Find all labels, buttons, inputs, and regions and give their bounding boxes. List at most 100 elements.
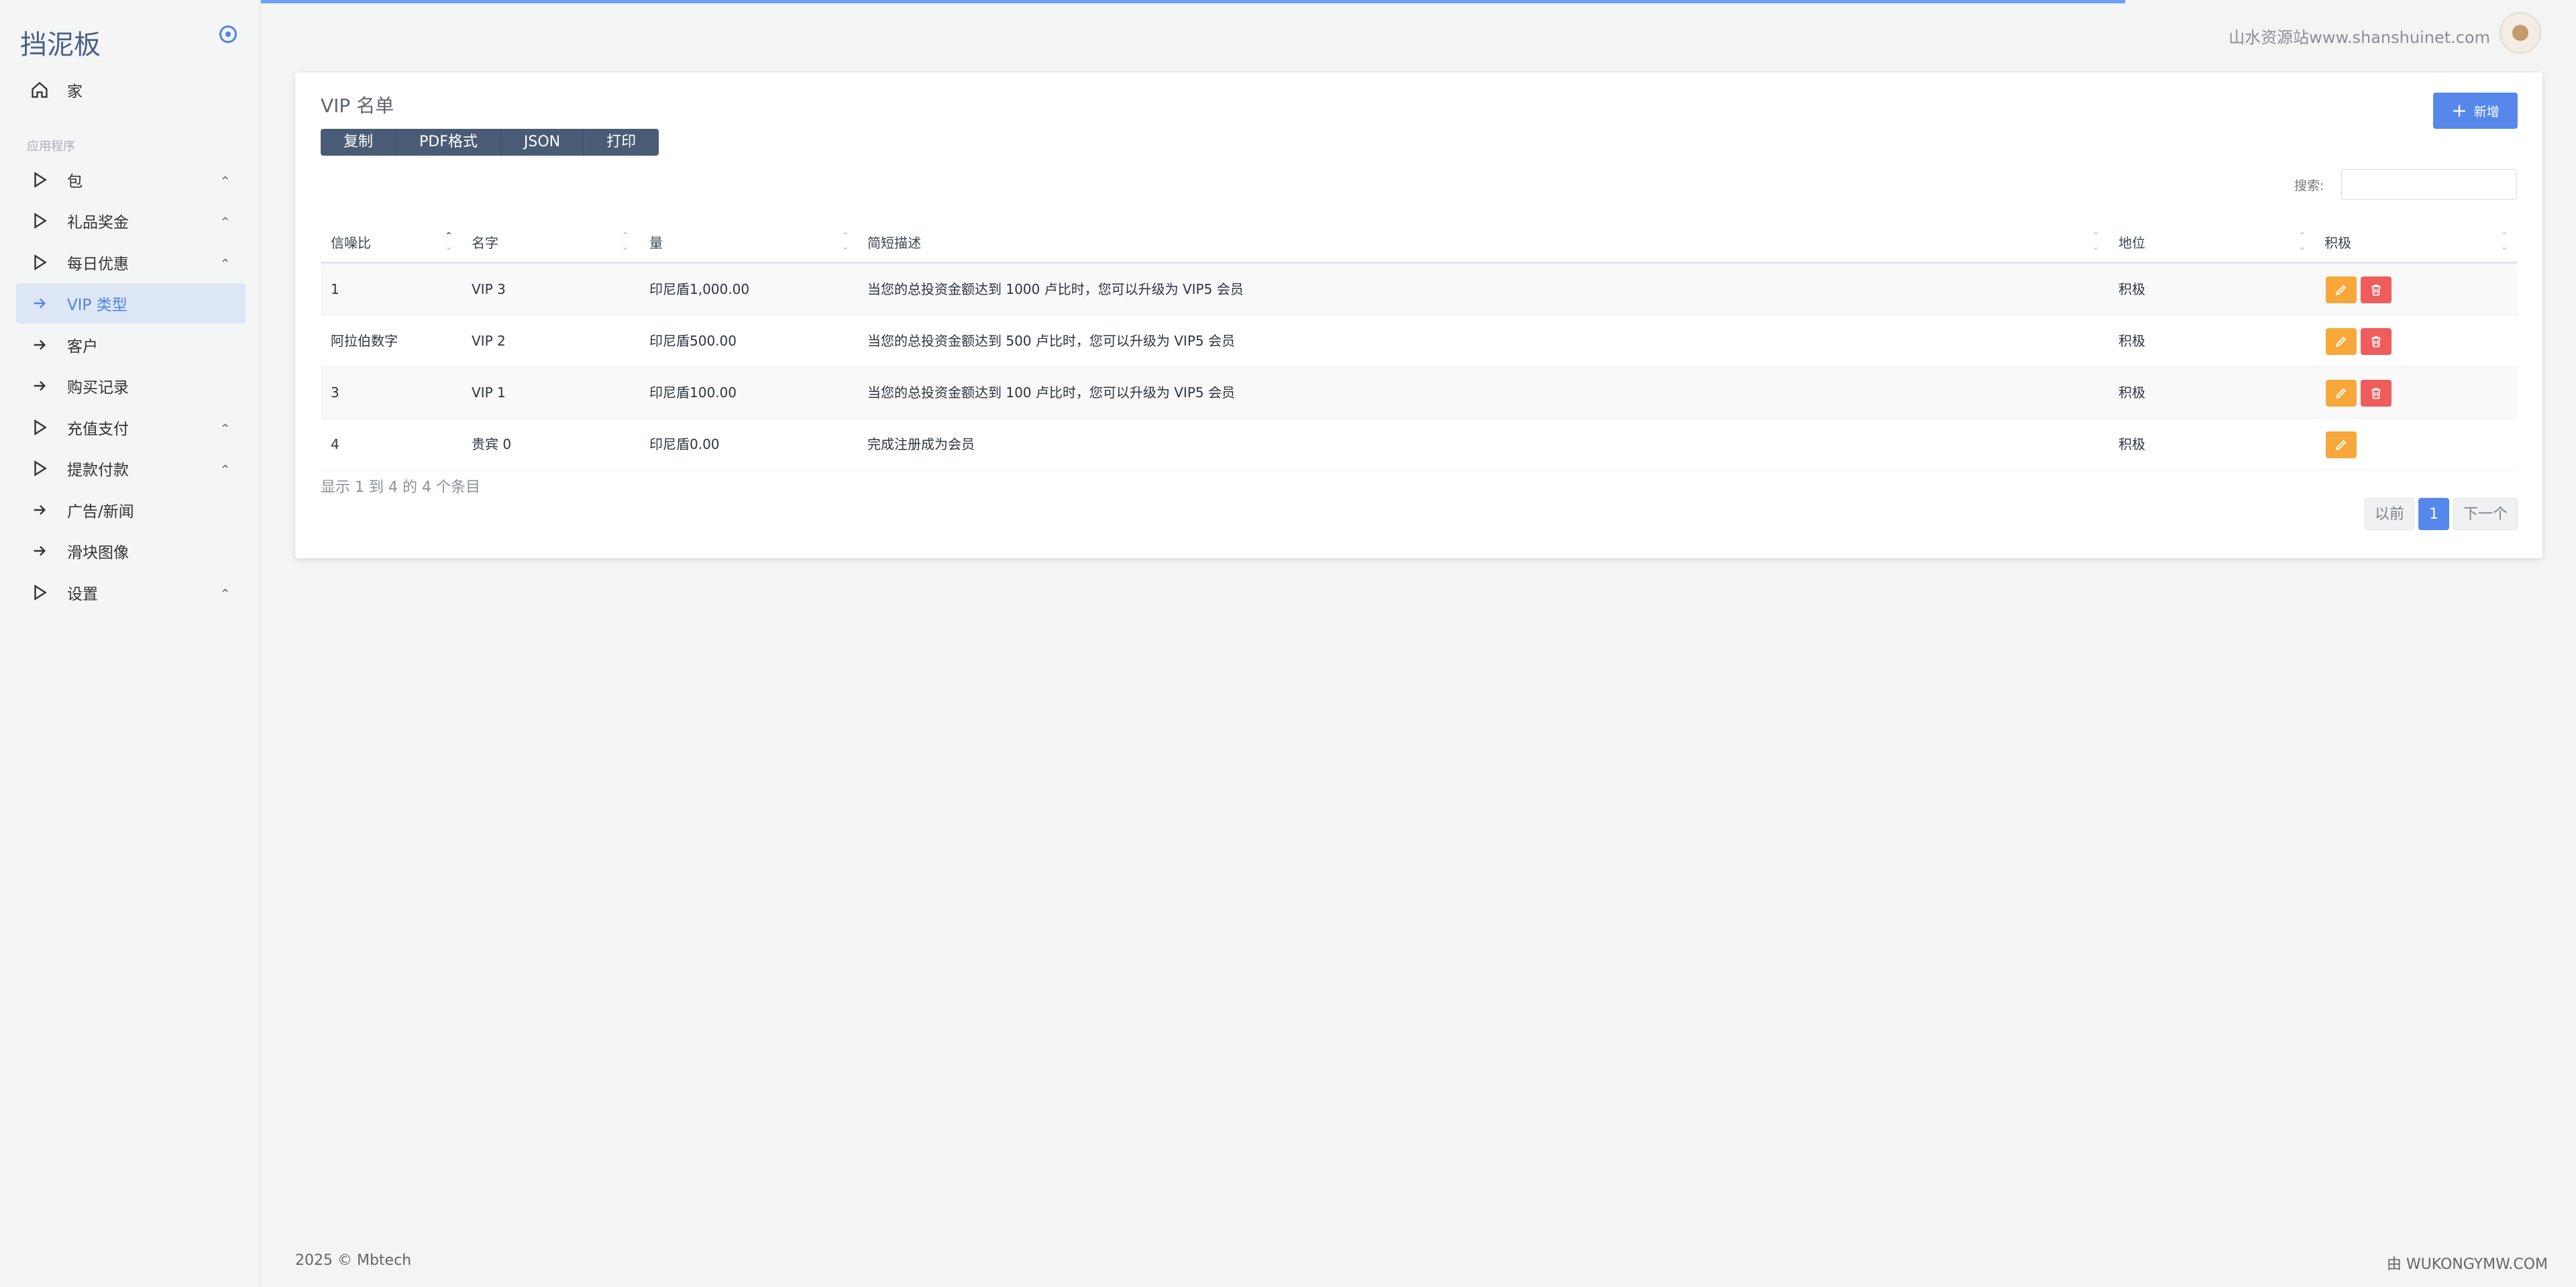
chevron-up-icon: ⌃ bbox=[219, 256, 231, 272]
brand-logo[interactable]: 挡泥板 bbox=[20, 23, 101, 62]
trash-icon bbox=[2369, 283, 2383, 297]
sidebar-item[interactable]: 每日优惠 ⌃ bbox=[16, 242, 246, 282]
pagination-next-button[interactable]: 下一个 bbox=[2453, 498, 2518, 530]
cell-status: 积极 bbox=[2118, 436, 2145, 452]
table-row: 1 VIP 3 印尼盾1,000.00 当您的总投资金额达到 1000 卢比时，您可以… bbox=[321, 264, 2518, 315]
column-header-actions[interactable]: 积极 bbox=[2324, 224, 2351, 262]
print-button[interactable]: 打印 bbox=[584, 129, 659, 156]
pencil-icon bbox=[2334, 283, 2348, 297]
pencil-icon bbox=[2334, 438, 2348, 452]
search-label: 搜索: bbox=[2294, 178, 2324, 193]
sort-icon[interactable]: ⌃ ⌄ bbox=[2500, 231, 2509, 252]
play-icon bbox=[30, 170, 50, 190]
sidebar-item-label: 设置 bbox=[67, 586, 98, 603]
pagination-page-button[interactable]: 1 bbox=[2418, 498, 2450, 530]
sort-icon[interactable]: ⌃ ⌄ bbox=[621, 231, 630, 252]
plus-icon: + bbox=[2451, 99, 2467, 121]
sidebar-item[interactable]: VIP 类型 bbox=[16, 283, 246, 323]
json-button[interactable]: JSON bbox=[501, 129, 584, 156]
column-header-id[interactable]: 信噪比 bbox=[331, 224, 371, 262]
sidebar-item[interactable]: 礼品奖金 ⌃ bbox=[16, 201, 246, 241]
column-header-name[interactable]: 名字 bbox=[472, 224, 498, 262]
sidebar-toggle-icon[interactable] bbox=[219, 25, 237, 43]
table-info-text: 显示 1 到 4 的 4 个条目 bbox=[321, 479, 480, 496]
add-vip-button[interactable]: + 新增 bbox=[2433, 93, 2518, 129]
pdf-button[interactable]: PDF格式 bbox=[396, 129, 501, 156]
sidebar-item[interactable]: 设置 ⌃ bbox=[16, 572, 246, 613]
user-avatar[interactable] bbox=[2500, 12, 2541, 54]
pencil-icon bbox=[2334, 335, 2348, 348]
cell-id: 1 bbox=[331, 281, 339, 297]
site-name-link[interactable]: 山水资源站www.shanshuinet.com bbox=[2229, 24, 2490, 48]
arrow-right-icon bbox=[30, 541, 50, 561]
sidebar-item-label: 家 bbox=[67, 83, 83, 101]
cell-amount: 印尼盾500.00 bbox=[649, 333, 737, 349]
sidebar-item[interactable]: 滑块图像 bbox=[16, 531, 246, 571]
export-button-group: 复制 PDF格式 JSON 打印 bbox=[321, 129, 659, 156]
sidebar-item-label: 广告/新闻 bbox=[67, 503, 134, 521]
column-header-amount[interactable]: 量 bbox=[649, 224, 663, 262]
cell-name: VIP 1 bbox=[472, 384, 506, 401]
pagination-prev-button[interactable]: 以前 bbox=[2365, 498, 2415, 530]
chevron-up-icon: ⌃ bbox=[219, 586, 231, 602]
cell-status: 积极 bbox=[2118, 384, 2145, 401]
cell-description: 当您的总投资金额达到 500 卢比时，您可以升级为 VIP5 会员 bbox=[867, 333, 1235, 349]
edit-button[interactable] bbox=[2326, 276, 2357, 303]
edit-button[interactable] bbox=[2326, 328, 2357, 355]
copy-button[interactable]: 复制 bbox=[321, 129, 397, 156]
sort-icon[interactable]: ⌃ ⌄ bbox=[2091, 231, 2100, 252]
cell-amount: 印尼盾1,000.00 bbox=[649, 281, 750, 297]
vip-list-card: VIP 名单 复制 PDF格式 JSON 打印 + 新增 搜索: 信噪比 ⌃ ⌄ … bbox=[295, 72, 2542, 558]
sidebar-item-label: 滑块图像 bbox=[67, 544, 129, 562]
delete-button[interactable] bbox=[2361, 380, 2392, 407]
home-icon bbox=[30, 80, 50, 100]
sidebar-section-label: 应用程序 bbox=[27, 140, 75, 154]
trash-icon bbox=[2369, 335, 2383, 348]
cell-name: VIP 3 bbox=[472, 281, 506, 297]
cell-id: 阿拉伯数字 bbox=[331, 333, 398, 349]
play-icon bbox=[30, 211, 50, 231]
trash-icon bbox=[2369, 387, 2383, 400]
search-input[interactable] bbox=[2341, 169, 2517, 200]
delete-button[interactable] bbox=[2361, 276, 2392, 303]
edit-button[interactable] bbox=[2326, 380, 2357, 407]
sidebar-item-label: 客户 bbox=[67, 338, 98, 356]
footer-credit: 由 WUKONGYMW.COM bbox=[2386, 1256, 2548, 1273]
cell-amount: 印尼盾0.00 bbox=[649, 436, 720, 452]
sidebar-item[interactable]: 充值支付 ⌃ bbox=[16, 407, 246, 448]
cell-name: 贵宾 0 bbox=[472, 436, 512, 452]
sidebar-item-label: 提款付款 bbox=[67, 462, 129, 479]
page-loading-progress-bar bbox=[0, 0, 2125, 3]
table-row: 4 贵宾 0 印尼盾0.00 完成注册成为会员 积极 bbox=[321, 419, 2518, 470]
sidebar-item[interactable]: 广告/新闻 bbox=[16, 490, 246, 530]
sidebar-item[interactable]: 包 ⌃ bbox=[16, 160, 246, 200]
cell-id: 4 bbox=[331, 436, 339, 452]
sidebar-item[interactable]: 客户 bbox=[16, 325, 246, 365]
pagination: 以前 1 下一个 bbox=[2365, 498, 2518, 530]
sidebar-item[interactable]: 购买记录 bbox=[16, 366, 246, 406]
arrow-right-icon bbox=[30, 335, 50, 355]
column-header-description[interactable]: 简短描述 bbox=[867, 224, 921, 262]
chevron-up-icon: ⌃ bbox=[219, 173, 231, 189]
cell-amount: 印尼盾100.00 bbox=[649, 384, 737, 401]
table-body: 1 VIP 3 印尼盾1,000.00 当您的总投资金额达到 1000 卢比时，您可以… bbox=[321, 264, 2518, 470]
sidebar-item[interactable]: 提款付款 ⌃ bbox=[16, 448, 246, 488]
arrow-right-icon bbox=[30, 376, 50, 396]
cell-description: 当您的总投资金额达到 100 卢比时，您可以升级为 VIP5 会员 bbox=[867, 384, 1235, 401]
edit-button[interactable] bbox=[2326, 431, 2357, 458]
column-header-status[interactable]: 地位 bbox=[2118, 224, 2145, 262]
play-icon bbox=[30, 458, 50, 478]
sidebar-item-label: 充值支付 bbox=[67, 421, 129, 438]
cell-status: 积极 bbox=[2118, 281, 2145, 297]
table-row: 3 VIP 1 印尼盾100.00 当您的总投资金额达到 100 卢比时，您可以升级为… bbox=[321, 367, 2518, 419]
sort-icon[interactable]: ⌃ ⌄ bbox=[444, 231, 453, 252]
sort-icon[interactable]: ⌃ ⌄ bbox=[841, 231, 850, 252]
card-title: VIP 名单 bbox=[321, 95, 394, 117]
table-header: 信噪比 ⌃ ⌄ 名字 ⌃ ⌄ 量 ⌃ ⌄ 简短描述 ⌃ ⌄ 地位 ⌃ ⌄ 积极 ⌃ ⌄ bbox=[321, 224, 2518, 264]
delete-button[interactable] bbox=[2361, 328, 2392, 355]
cell-id: 3 bbox=[331, 384, 339, 401]
vip-table: 信噪比 ⌃ ⌄ 名字 ⌃ ⌄ 量 ⌃ ⌄ 简短描述 ⌃ ⌄ 地位 ⌃ ⌄ 积极 ⌃ ⌄ 1 V… bbox=[321, 224, 2518, 470]
sidebar-item-label: 礼品奖金 bbox=[67, 214, 129, 231]
sort-icon[interactable]: ⌃ ⌄ bbox=[2298, 231, 2307, 252]
sidebar-item[interactable]: 家 bbox=[16, 70, 246, 110]
